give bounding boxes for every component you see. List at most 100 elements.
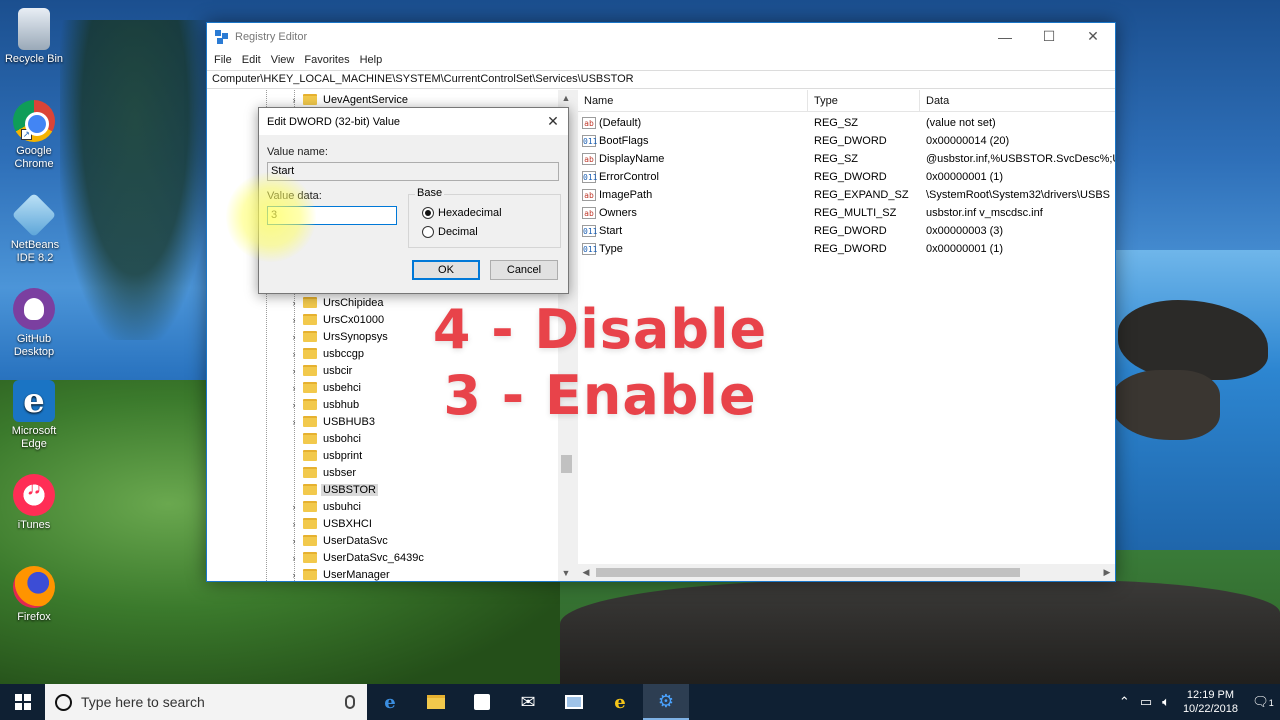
- desktop-icon-recycle-bin[interactable]: Recycle Bin: [2, 8, 66, 66]
- expand-chevron-icon[interactable]: ›: [289, 400, 299, 410]
- expand-chevron-icon[interactable]: ›: [289, 417, 299, 427]
- scroll-left-arrow-icon[interactable]: ◀: [578, 564, 594, 581]
- expand-chevron-icon[interactable]: ›: [289, 502, 299, 512]
- tree-item[interactable]: usbohci: [207, 430, 363, 447]
- tree-item[interactable]: › USBXHCI: [207, 515, 374, 532]
- tree-item[interactable]: › UserManager: [207, 566, 392, 581]
- taskbar-search-box[interactable]: Type here to search: [45, 684, 367, 720]
- value-data-input[interactable]: 3: [267, 206, 397, 225]
- value-row[interactable]: 011 BootFlags REG_DWORD 0x00000014 (20): [578, 132, 1115, 150]
- expand-chevron-icon[interactable]: ›: [289, 570, 299, 580]
- dialog-title-bar[interactable]: Edit DWORD (32-bit) Value ✕: [259, 108, 568, 135]
- show-hidden-icons-chevron-icon[interactable]: ⌃: [1114, 694, 1135, 710]
- expand-chevron-icon[interactable]: ›: [289, 349, 299, 359]
- taskbar-edge[interactable]: e: [367, 684, 413, 720]
- tree-item[interactable]: › UrsChipidea: [207, 294, 386, 311]
- values-horizontal-scrollbar[interactable]: ◀ ▶: [578, 564, 1115, 581]
- value-row[interactable]: 011 Start REG_DWORD 0x00000003 (3): [578, 222, 1115, 240]
- tree-item[interactable]: › usbhub: [207, 396, 361, 413]
- shortcut-arrow-icon: ↗: [21, 129, 32, 140]
- column-header-data[interactable]: Data: [920, 90, 1115, 111]
- value-data: 0x00000003 (3): [926, 225, 1004, 237]
- column-header-name[interactable]: Name: [578, 90, 808, 111]
- value-row[interactable]: ab ImagePath REG_EXPAND_SZ \SystemRoot\Syst…: [578, 186, 1115, 204]
- value-row[interactable]: 011 ErrorControl REG_DWORD 0x00000001 (1): [578, 168, 1115, 186]
- start-button[interactable]: [0, 684, 45, 720]
- desktop-icon-label: GitHub Desktop: [13, 333, 55, 358]
- folder-icon: [303, 314, 317, 325]
- minimize-button[interactable]: —: [983, 23, 1027, 50]
- tree-item[interactable]: › usbccgp: [207, 345, 366, 362]
- tree-item[interactable]: USBSTOR: [207, 481, 378, 498]
- tree-item[interactable]: usbser: [207, 464, 358, 481]
- desktop-icon-label: Firefox: [17, 611, 51, 623]
- tree-item[interactable]: › usbcir: [207, 362, 354, 379]
- title-bar[interactable]: Registry Editor — ☐ ✕: [207, 23, 1115, 50]
- tree-item[interactable]: › usbuhci: [207, 498, 363, 515]
- expand-chevron-icon[interactable]: ›: [289, 383, 299, 393]
- edge-icon: e: [13, 380, 55, 422]
- expand-chevron-icon[interactable]: ›: [289, 315, 299, 325]
- taskbar-mail[interactable]: ✉: [505, 684, 551, 720]
- tree-item[interactable]: › UevAgentService: [207, 91, 410, 108]
- action-center-button[interactable]: 🗨︎1: [1246, 694, 1280, 710]
- maximize-button[interactable]: ☐: [1027, 23, 1071, 50]
- clock[interactable]: 12:19 PM 10/22/2018: [1175, 688, 1246, 716]
- expand-chevron-icon[interactable]: ›: [289, 553, 299, 563]
- tree-item[interactable]: usbprint: [207, 447, 364, 464]
- network-status-icon[interactable]: ▭: [1135, 694, 1157, 710]
- microphone-icon[interactable]: [345, 695, 355, 709]
- desktop-icon-label: iTunes: [17, 519, 51, 531]
- value-row[interactable]: ab DisplayName REG_SZ @usbstor.inf,%USBSTOR…: [578, 150, 1115, 168]
- value-row[interactable]: ab Owners REG_MULTI_SZ usbstor.inf v_mscdsc…: [578, 204, 1115, 222]
- radio-hexadecimal[interactable]: Hexadecimal: [422, 207, 502, 219]
- desktop-icon-itunes[interactable]: iTunes: [2, 474, 66, 532]
- address-bar[interactable]: Computer\HKEY_LOCAL_MACHINE\SYSTEM\Curre…: [207, 70, 1115, 89]
- tree-item[interactable]: › USBHUB3: [207, 413, 377, 430]
- scroll-right-arrow-icon[interactable]: ▶: [1099, 564, 1115, 581]
- menu-help[interactable]: Help: [355, 54, 388, 66]
- value-row[interactable]: 011 Type REG_DWORD 0x00000001 (1): [578, 240, 1115, 258]
- scroll-up-arrow-icon[interactable]: ▲: [558, 90, 574, 106]
- menu-view[interactable]: View: [266, 54, 300, 66]
- cancel-button[interactable]: Cancel: [490, 260, 558, 280]
- expand-chevron-icon[interactable]: ›: [289, 366, 299, 376]
- desktop-icon-edge[interactable]: e Microsoft Edge: [2, 380, 66, 451]
- folder-icon: [303, 433, 317, 444]
- volume-icon[interactable]: 🔈︎: [1157, 694, 1175, 710]
- menu-edit[interactable]: Edit: [237, 54, 266, 66]
- desktop-icon-netbeans[interactable]: NetBeans IDE 8.2: [2, 192, 66, 265]
- tree-item[interactable]: › UserDataSvc: [207, 532, 390, 549]
- menu-favorites[interactable]: Favorites: [299, 54, 354, 66]
- scroll-thumb[interactable]: [561, 455, 572, 473]
- expand-chevron-icon[interactable]: ›: [289, 95, 299, 105]
- scroll-down-arrow-icon[interactable]: ▼: [558, 565, 574, 581]
- folder-icon: [303, 552, 317, 563]
- close-button[interactable]: ✕: [1071, 23, 1115, 50]
- column-header-type[interactable]: Type: [808, 90, 920, 111]
- desktop-icon-firefox[interactable]: Firefox: [2, 566, 66, 624]
- taskbar-internet-explorer[interactable]: e: [597, 684, 643, 720]
- taskbar-regedit[interactable]: ⚙: [643, 684, 689, 720]
- value-row[interactable]: ab (Default) REG_SZ (value not set): [578, 114, 1115, 132]
- value-name-field[interactable]: Start: [267, 162, 559, 181]
- desktop-icon-chrome[interactable]: ↗ Google Chrome: [2, 100, 66, 171]
- radio-decimal[interactable]: Decimal: [422, 226, 478, 238]
- scroll-thumb[interactable]: [596, 568, 1020, 577]
- taskbar-store[interactable]: [459, 684, 505, 720]
- taskbar-network[interactable]: [551, 684, 597, 720]
- expand-chevron-icon[interactable]: ›: [289, 536, 299, 546]
- tree-item[interactable]: › usbehci: [207, 379, 363, 396]
- dialog-close-icon[interactable]: ✕: [538, 113, 568, 130]
- taskbar-file-explorer[interactable]: [413, 684, 459, 720]
- desktop-icon-github[interactable]: GitHub Desktop: [2, 288, 66, 359]
- expand-chevron-icon[interactable]: ›: [289, 519, 299, 529]
- ok-button[interactable]: OK: [412, 260, 480, 280]
- expand-chevron-icon[interactable]: ›: [289, 332, 299, 342]
- tree-item[interactable]: › UserDataSvc_6439c: [207, 549, 426, 566]
- menu-file[interactable]: File: [209, 54, 237, 66]
- desktop-icon-label: Recycle Bin: [4, 53, 64, 65]
- value-name: Owners: [599, 207, 637, 219]
- folder-icon: [303, 416, 317, 427]
- expand-chevron-icon[interactable]: ›: [289, 298, 299, 308]
